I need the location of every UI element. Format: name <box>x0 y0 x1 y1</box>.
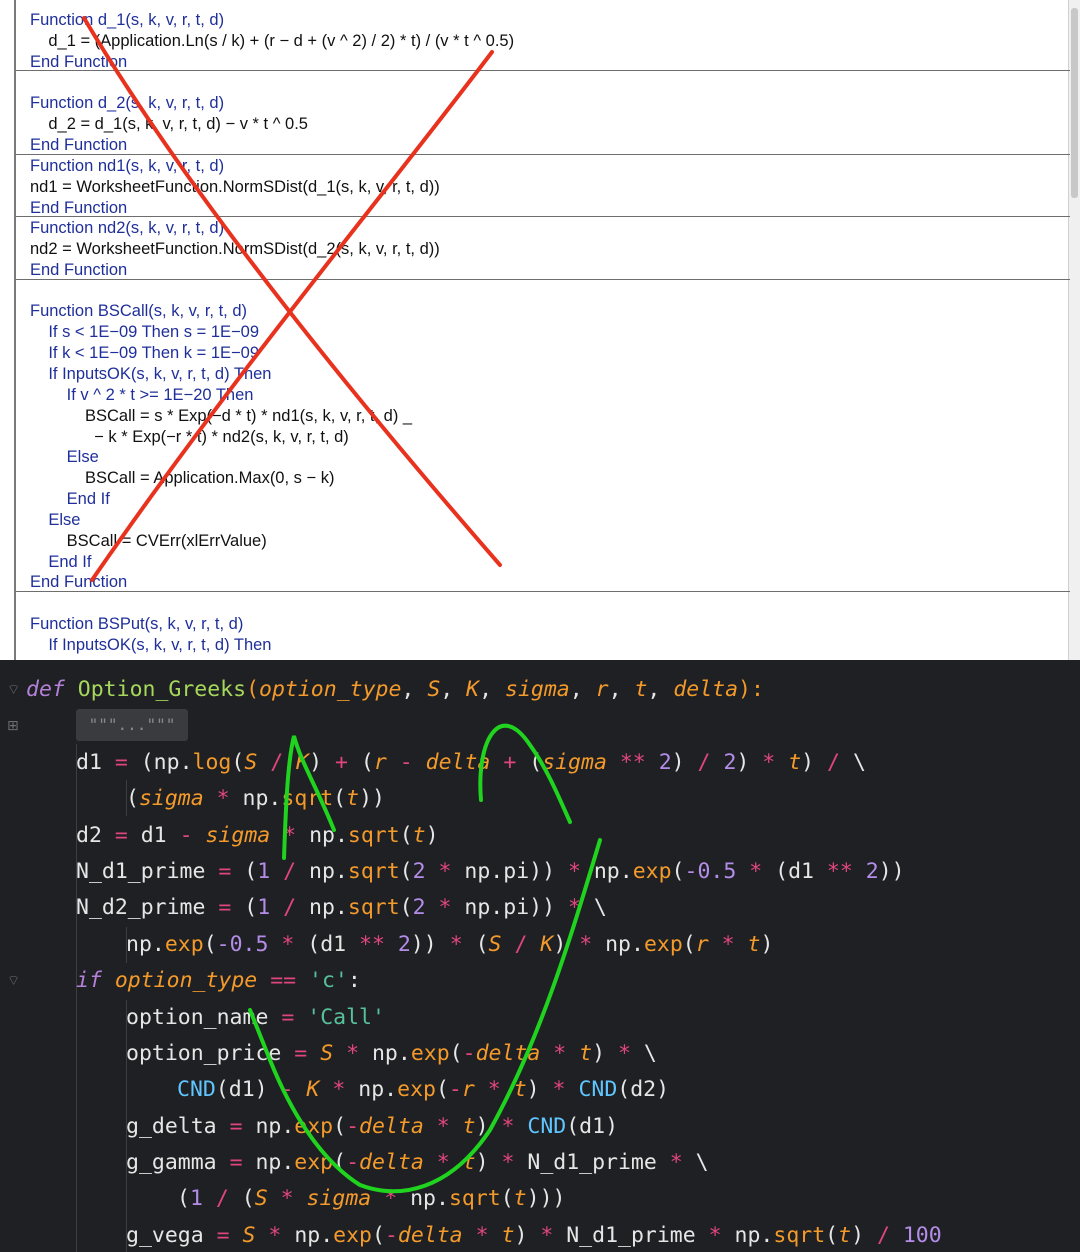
vba-line: End Function <box>30 199 128 217</box>
vba-line: If InputsOK(s, k, v, r, t, d) Then <box>30 636 272 654</box>
procedure-separator <box>16 154 1070 155</box>
code-line: g_gamma = np.exp(-delta * t) * N_d1_prim… <box>126 1150 709 1175</box>
vba-line: Function BSCall(s, k, v, r, t, d) <box>30 302 248 320</box>
vba-code-panel: Function d_1(s, k, v, r, t, d) d_1 = (Ap… <box>0 0 1080 660</box>
param-r: r <box>595 677 609 702</box>
vba-line: BSCall = CVErr(xlErrValue) <box>30 532 267 550</box>
vba-line: If v ^ 2 * t >= 1E−20 Then <box>30 386 254 404</box>
vba-line: Function d_2(s, k, v, r, t, d) <box>30 94 225 112</box>
vba-line: End Function <box>30 261 128 279</box>
vba-line: Function nd1(s, k, v, r, t, d) <box>30 157 225 175</box>
param-option-type: option_type <box>259 677 402 702</box>
code-line: if option_type == 'c': <box>76 968 361 993</box>
vba-line: If s < 1E−09 Then s = 1E−09 <box>30 323 260 341</box>
vba-line: Else <box>30 511 81 529</box>
vba-line: End Function <box>30 573 128 591</box>
vba-line: Function nd2(s, k, v, r, t, d) <box>30 219 225 237</box>
vba-line: End If <box>30 553 92 571</box>
def-keyword: def <box>26 677 65 702</box>
procedure-separator <box>16 279 1070 280</box>
vba-line: d_1 = (Application.Ln(s / k) + (r − d + … <box>30 32 515 50</box>
fold-arrow-icon[interactable]: ⌔ <box>7 682 20 698</box>
procedure-separator <box>16 591 1070 592</box>
vba-line: − k * Exp(−r * t) * nd2(s, k, v, r, t, d… <box>30 428 349 446</box>
vba-line: BSCall = Application.Max(0, s − k) <box>30 469 335 487</box>
param-sigma: sigma <box>505 677 570 702</box>
vba-line: nd2 = WorksheetFunction.NormSDist(d_2(s,… <box>30 240 440 258</box>
string-literal: 'c' <box>309 968 348 993</box>
vba-line: BSCall = s * Exp(−d * t) * nd1(s, k, v, … <box>30 407 413 425</box>
code-line: option_name = 'Call' <box>126 1005 385 1030</box>
code-line: N_d2_prime = (1 / np.sqrt(2 * np.pi)) * … <box>76 895 607 920</box>
code-line: option_price = S * np.exp(-delta * t) * … <box>126 1041 657 1066</box>
editor-left-margin <box>14 0 16 660</box>
function-name: Option_Greeks <box>77 677 247 702</box>
code-line: N_d1_prime = (1 / np.sqrt(2 * np.pi)) * … <box>76 859 905 884</box>
param-K: K <box>466 677 480 702</box>
param-t: t <box>634 677 648 702</box>
vba-line: End Function <box>30 53 128 71</box>
vba-line: Else <box>30 448 99 466</box>
vba-line: End Function <box>30 136 128 154</box>
vertical-scrollbar[interactable] <box>1068 0 1080 660</box>
vba-line: Function BSPut(s, k, v, r, t, d) <box>30 615 244 633</box>
fold-arrow-icon[interactable]: ⌔ <box>7 973 20 989</box>
vba-line: End If <box>30 490 110 508</box>
code-line: (1 / (S * sigma * np.sqrt(t))) <box>177 1186 566 1211</box>
param-delta: delta <box>673 677 739 702</box>
vba-line: Function d_1(s, k, v, r, t, d) <box>30 11 225 29</box>
param-S: S <box>427 677 441 702</box>
code-line: CND(d1) - K * np.exp(-r * t) * CND(d2) <box>177 1077 670 1102</box>
code-line: (sigma * np.sqrt(t)) <box>126 786 385 811</box>
code-line-def: def Option_Greeks(option_type, S, K, sig… <box>26 677 764 702</box>
string-literal: 'Call' <box>307 1005 385 1030</box>
code-line: d1 = (np.log(S / K) + (r - delta + (sigm… <box>76 750 866 775</box>
vba-line: If InputsOK(s, k, v, r, t, d) Then <box>30 365 272 383</box>
code-line: d2 = d1 - sigma * np.sqrt(t) <box>76 823 439 848</box>
fold-plus-icon[interactable]: ⊞ <box>7 718 19 734</box>
scrollbar-thumb[interactable] <box>1071 8 1078 198</box>
vba-line: d_2 = d_1(s, k, v, r, t, d) − v * t ^ 0.… <box>30 115 308 133</box>
code-line: np.exp(-0.5 * (d1 ** 2)) * (S / K) * np.… <box>126 932 774 957</box>
procedure-separator <box>16 70 1070 71</box>
procedure-separator <box>16 216 1070 217</box>
collapsed-docstring[interactable]: """...""" <box>76 709 188 741</box>
code-line: g_vega = S * np.exp(-delta * t) * N_d1_p… <box>126 1223 942 1248</box>
vba-line: If k < 1E−09 Then k = 1E−09 <box>30 344 260 362</box>
vba-line: nd1 = WorksheetFunction.NormSDist(d_1(s,… <box>30 178 440 196</box>
python-code-panel: ⌔ ⊞ ⌔ def Option_Greeks(option_type, S, … <box>0 660 1080 1252</box>
code-line: g_delta = np.exp(-delta * t) * CND(d1) <box>126 1114 619 1139</box>
